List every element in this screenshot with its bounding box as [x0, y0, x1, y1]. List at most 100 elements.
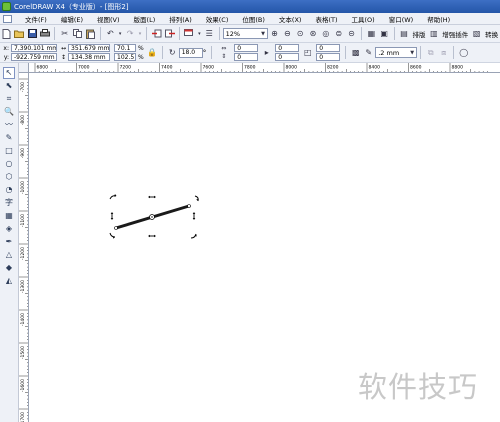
application-launcher-icon[interactable]: [184, 28, 195, 39]
paste-icon[interactable]: [85, 28, 96, 39]
menu-help[interactable]: 帮助(H): [420, 14, 457, 24]
polygon-tool-icon[interactable]: ⬡: [3, 171, 15, 183]
crop-tool-icon[interactable]: ⌗: [3, 93, 15, 105]
menu-edit[interactable]: 编辑(E): [54, 14, 90, 24]
selected-line-object[interactable]: [114, 204, 191, 230]
horizontal-ruler[interactable]: 6800 7000 7200 7400 7600 7800 8000 8200 8400 8600…: [29, 63, 500, 73]
menu-text[interactable]: 文本(X): [272, 14, 309, 24]
mirror-vertical-icon[interactable]: ⇕: [218, 53, 229, 60]
zoom-out-icon[interactable]: ⊖: [282, 28, 293, 39]
lock-ratio-icon[interactable]: 🔒: [147, 47, 158, 58]
eyedropper-tool-icon[interactable]: ✒: [3, 236, 15, 248]
outline-tool-icon[interactable]: △: [3, 249, 15, 261]
smart-fill-tool-icon[interactable]: ✎: [3, 132, 15, 144]
scale-x-input[interactable]: 70.1: [114, 44, 137, 52]
convert-button[interactable]: 转换: [485, 29, 498, 39]
open-folder-icon[interactable]: [14, 28, 25, 39]
ruler-label: -700: [20, 82, 26, 92]
print-icon[interactable]: [39, 28, 51, 39]
undo-dropdown-icon[interactable]: ▾: [118, 28, 123, 39]
offset-a2-input[interactable]: 0: [234, 53, 259, 61]
shape-tool-icon[interactable]: ⬉: [3, 80, 15, 92]
offset-b2-input[interactable]: 0: [275, 53, 300, 61]
convert-to-curves-icon[interactable]: ◯: [458, 47, 469, 58]
import-icon[interactable]: [151, 28, 162, 39]
zoom-page-width-icon[interactable]: ⊜: [333, 28, 344, 39]
typeset-button[interactable]: 排版: [412, 29, 425, 39]
pick-tool-icon[interactable]: ↖: [3, 66, 15, 79]
typeset-icon[interactable]: ▤: [399, 28, 410, 39]
ellipse-tool-icon[interactable]: ○: [3, 158, 15, 170]
line-end-node[interactable]: [187, 204, 191, 208]
combine-icon[interactable]: ⧉: [425, 47, 436, 58]
width-input[interactable]: 351.679 mm: [68, 44, 111, 52]
plugins-button[interactable]: 增强插件: [442, 29, 468, 39]
new-file-icon[interactable]: [1, 28, 12, 39]
zoom-page-height-icon[interactable]: ⊝: [346, 28, 357, 39]
basic-shapes-tool-icon[interactable]: ◔: [3, 184, 15, 196]
interactive-fill-tool-icon[interactable]: ◭: [3, 275, 15, 287]
fill-tool-icon[interactable]: ◆: [3, 262, 15, 274]
skew-handle-left-icon[interactable]: [110, 212, 114, 220]
save-icon[interactable]: [27, 28, 38, 39]
plugins-icon[interactable]: ▥: [428, 28, 439, 39]
export-icon[interactable]: [164, 28, 175, 39]
menu-tools[interactable]: 工具(O): [345, 14, 382, 24]
snap-icon[interactable]: ▦: [366, 28, 377, 39]
offset-a1-input[interactable]: 0: [234, 44, 259, 52]
zoom-level-select[interactable]: 12% ▼: [222, 28, 269, 39]
undo-icon[interactable]: ↶: [105, 28, 116, 39]
offset-b1-input[interactable]: 0: [275, 44, 300, 52]
mirror-horizontal-icon[interactable]: ⇔: [218, 45, 229, 52]
menu-window[interactable]: 窗口(W): [382, 14, 421, 24]
table-tool-icon[interactable]: ▦: [3, 210, 15, 222]
menu-table[interactable]: 表格(T): [308, 14, 344, 24]
redo-icon[interactable]: ↷: [125, 28, 136, 39]
height-input[interactable]: 134.38 mm: [68, 53, 111, 61]
text-tool-icon[interactable]: 字: [3, 197, 15, 209]
break-apart-icon[interactable]: ⧈: [438, 47, 449, 58]
x-position-input[interactable]: 7,390.101 mm: [11, 44, 57, 52]
menu-effects[interactable]: 效果(C): [199, 14, 236, 24]
skew-handle-top-icon[interactable]: [148, 195, 156, 199]
y-position-input[interactable]: -922.759 mm: [11, 53, 57, 61]
skew-handle-right-icon[interactable]: [192, 212, 196, 220]
rectangle-tool-icon[interactable]: □: [3, 145, 15, 157]
offset-c1-input[interactable]: 0: [316, 44, 341, 52]
arrow-icon[interactable]: ▸: [261, 47, 272, 58]
convert-icon[interactable]: ▧: [471, 28, 482, 39]
cut-icon[interactable]: ✂: [59, 28, 70, 39]
welcome-screen-icon[interactable]: ☰: [204, 28, 215, 39]
offset-c2-input[interactable]: 0: [316, 53, 341, 61]
freehand-tool-icon[interactable]: 〰: [3, 119, 15, 131]
options-icon[interactable]: ▣: [379, 28, 390, 39]
skew-handle-bottom-icon[interactable]: [148, 234, 156, 238]
corner-icon[interactable]: ◰: [302, 47, 313, 58]
rotation-input[interactable]: 18.0: [178, 47, 203, 58]
menu-bitmaps[interactable]: 位图(B): [235, 14, 272, 24]
menu-arrange[interactable]: 排列(A): [162, 14, 199, 24]
copy-icon[interactable]: [72, 28, 83, 39]
menu-view[interactable]: 视图(V): [90, 14, 127, 24]
y-position-label: y:: [3, 53, 9, 61]
menu-file[interactable]: 文件(F): [18, 14, 54, 24]
interactive-blend-tool-icon[interactable]: ◈: [3, 223, 15, 235]
menu-layout[interactable]: 版面(L): [127, 14, 163, 24]
ruler-label: 6800: [37, 65, 49, 71]
zoom-all-objects-icon[interactable]: ⊛: [308, 28, 319, 39]
zoom-in-icon[interactable]: ⊕: [269, 28, 280, 39]
ruler-corner[interactable]: [19, 63, 29, 73]
outline-pen-icon[interactable]: ✎: [363, 47, 374, 58]
wrap-text-icon[interactable]: ▩: [350, 47, 361, 58]
launcher-dropdown-icon[interactable]: ▾: [197, 28, 202, 39]
redo-dropdown-icon[interactable]: ▾: [137, 28, 142, 39]
outline-width-select[interactable]: .2 mm ▼: [375, 47, 418, 58]
rotate-handle-bottom-left-icon[interactable]: [109, 232, 116, 238]
vertical-ruler[interactable]: -700 -800 -900 -1000 -1100 -1200 -1300 -1400 -15…: [19, 73, 29, 422]
document-icon[interactable]: [3, 14, 12, 23]
scale-y-input[interactable]: 102.5: [114, 53, 137, 61]
line-start-node[interactable]: [114, 226, 118, 230]
zoom-selected-icon[interactable]: ⊙: [295, 28, 306, 39]
zoom-tool-icon[interactable]: 🔍: [3, 106, 15, 118]
zoom-page-icon[interactable]: ◎: [320, 28, 331, 39]
